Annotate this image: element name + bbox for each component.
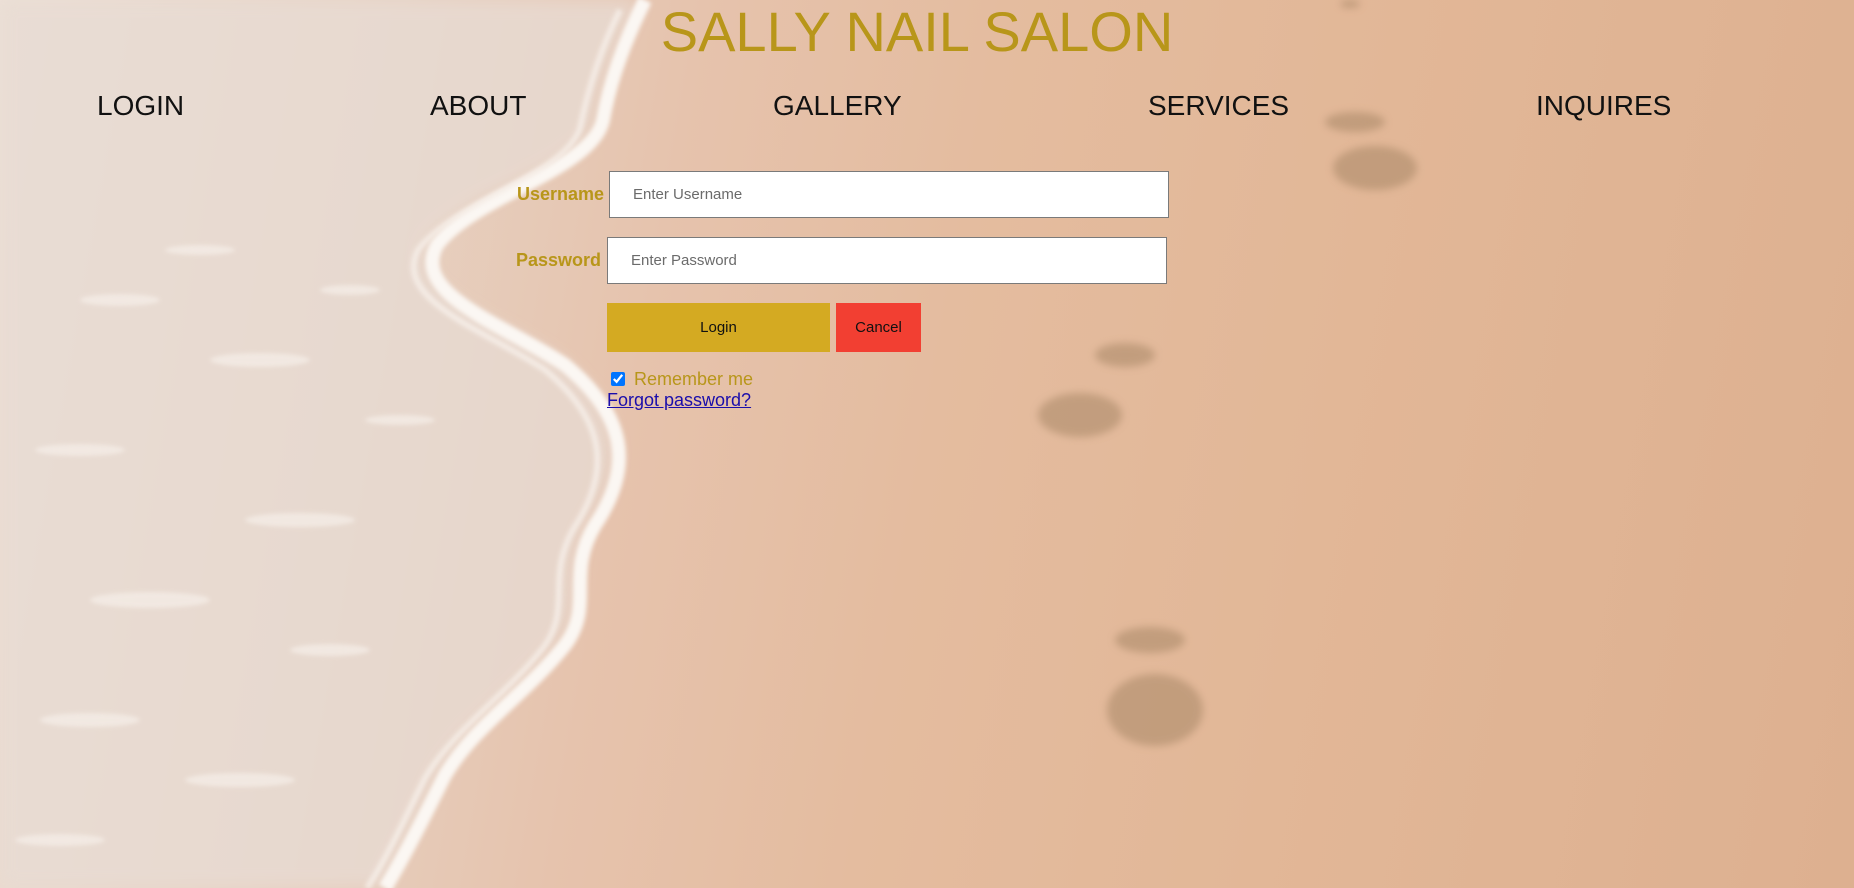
password-label: Password [516,250,602,270]
password-input[interactable] [607,237,1167,284]
nav-services-link[interactable]: SERVICES [1148,90,1289,122]
beach-background-image [0,0,1417,888]
login-page: SALLY NAIL SALON LOGIN ABOUT GALLERY SER… [0,0,1854,888]
remember-me-checkbox[interactable] [611,372,625,386]
cancel-button[interactable]: Cancel [836,303,921,352]
remember-me-label[interactable]: Remember me [634,369,753,389]
site-title: SALLY NAIL SALON [660,0,1174,63]
nav-inquires-link[interactable]: INQUIRES [1536,90,1671,122]
nav-login-link[interactable]: LOGIN [97,90,184,122]
remember-me-row: Remember me [607,369,753,389]
username-label: Username [517,184,605,204]
login-button[interactable]: Login [607,303,830,352]
username-input[interactable] [609,171,1169,218]
nav-gallery-link[interactable]: GALLERY [773,90,902,122]
nav-about-link[interactable]: ABOUT [430,90,526,122]
forgot-password-link[interactable]: Forgot password? [607,389,751,411]
